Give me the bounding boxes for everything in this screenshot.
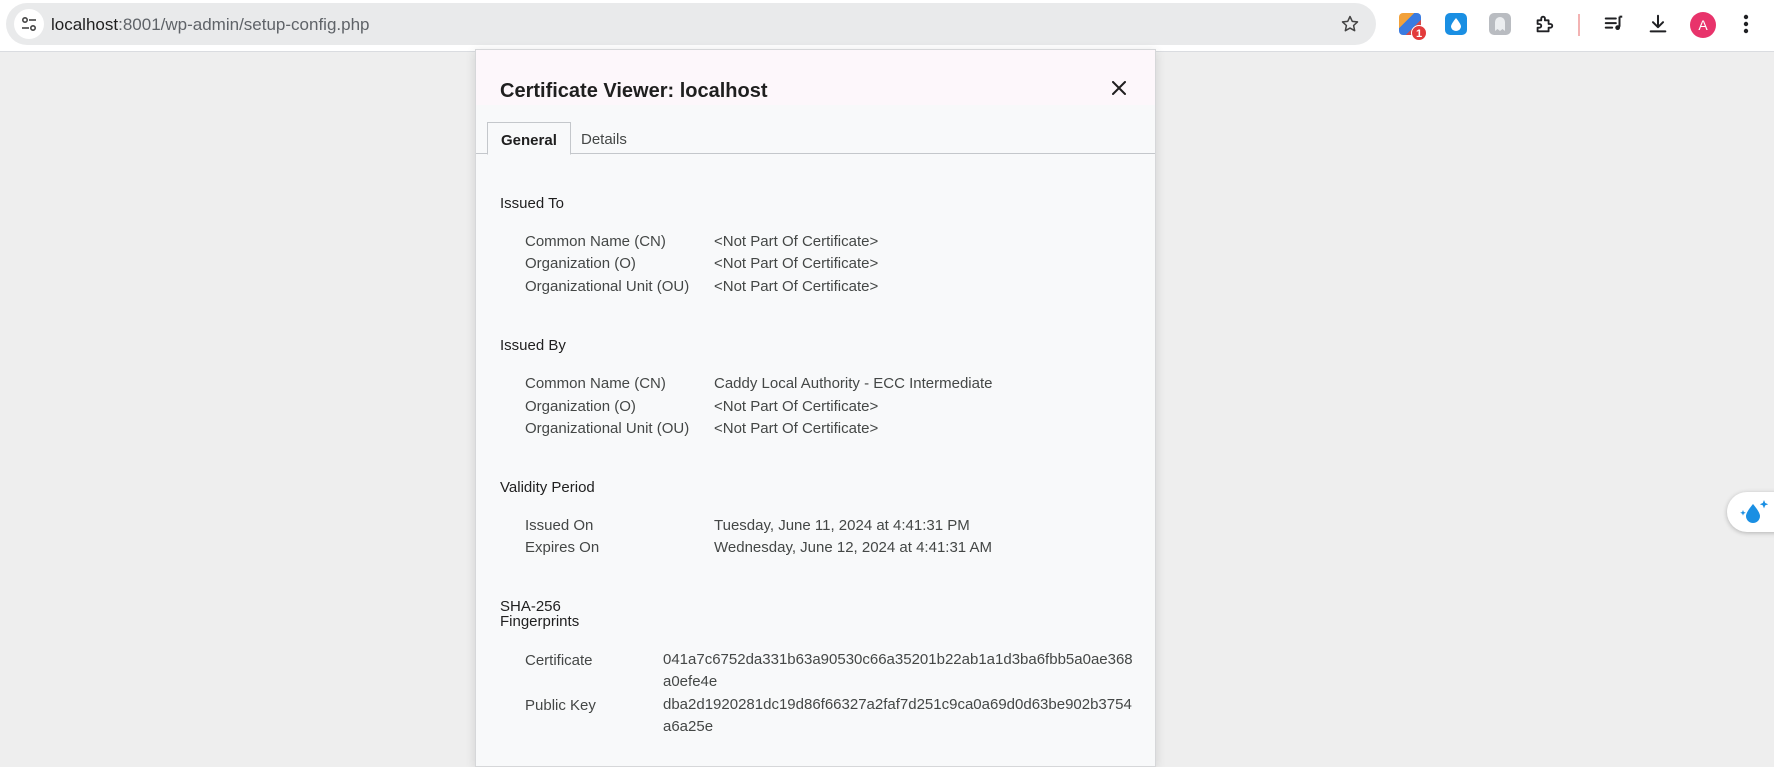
field-label: Issued On: [525, 517, 594, 534]
field-value: Wednesday, June 12, 2024 at 4:41:31 AM: [714, 539, 992, 556]
dialog-header: Certificate Viewer: localhost: [476, 50, 1155, 105]
site-info-icon[interactable]: [14, 9, 44, 39]
field-value: Tuesday, June 11, 2024 at 4:41:31 PM: [714, 517, 970, 534]
tab-strip: General Details: [476, 122, 1155, 155]
field-label: Certificate: [525, 652, 593, 669]
field-value: <Not Part Of Certificate>: [714, 255, 879, 272]
extension-badge: 1: [1411, 25, 1427, 41]
field-label: Expires On: [525, 539, 600, 556]
bookmark-star-icon[interactable]: [1338, 12, 1362, 36]
browser-toolbar: localhost:8001/wp-admin/setup-config.php…: [0, 0, 1774, 52]
address-bar[interactable]: localhost:8001/wp-admin/setup-config.php: [6, 3, 1376, 45]
extension-icon[interactable]: 1: [1396, 10, 1427, 41]
field-label: Common Name (CN): [525, 233, 666, 250]
ghost-icon[interactable]: [1486, 10, 1514, 38]
profile-avatar[interactable]: A: [1690, 12, 1716, 38]
field-label: Organization (O): [525, 398, 636, 415]
menu-icon[interactable]: [1732, 10, 1760, 38]
fingerprints-heading-line1: SHA-256: [500, 598, 561, 615]
certificate-viewer-dialog: Certificate Viewer: localhost General De…: [475, 49, 1156, 767]
field-label: Organizational Unit (OU): [525, 278, 690, 295]
tab-general[interactable]: General: [487, 122, 571, 155]
field-label: Common Name (CN): [525, 375, 666, 392]
field-value: <Not Part Of Certificate>: [714, 278, 879, 295]
media-queue-icon[interactable]: [1600, 10, 1628, 38]
url-path: :8001/wp-admin/setup-config.php: [118, 15, 370, 34]
field-label: Organizational Unit (OU): [525, 420, 690, 437]
fingerprints-heading-line2: Fingerprints: [500, 613, 580, 630]
url-host: localhost: [51, 15, 119, 34]
water-drop-icon[interactable]: [1442, 10, 1470, 38]
fingerprints-heading: SHA-256 Fingerprints: [500, 599, 579, 629]
dialog-title: Certificate Viewer: localhost: [500, 80, 768, 102]
tab-details[interactable]: Details: [568, 122, 640, 154]
field-value: <Not Part Of Certificate>: [714, 233, 879, 250]
field-label: Public Key: [525, 697, 596, 714]
issued-by-heading: Issued By: [500, 337, 566, 354]
toolbar-divider: [1578, 14, 1580, 36]
field-value: Caddy Local Authority - ECC Intermediate: [714, 375, 993, 392]
puzzle-icon[interactable]: [1530, 10, 1558, 38]
url-text[interactable]: localhost:8001/wp-admin/setup-config.php: [51, 15, 370, 35]
fingerprint-value: 041a7c6752da331b63a90530c66a35201b22ab1a…: [663, 651, 1133, 690]
sparkle-drop-button[interactable]: [1727, 492, 1774, 532]
sparkle-drop-icon: [1740, 500, 1769, 523]
field-label: Organization (O): [525, 255, 636, 272]
fingerprint-value: dba2d1920281dc19d86f66327a2faf7d251c9ca0…: [663, 696, 1132, 735]
field-value: <Not Part Of Certificate>: [714, 398, 879, 415]
validity-heading: Validity Period: [500, 479, 595, 496]
field-value: <Not Part Of Certificate>: [714, 420, 879, 437]
issued-to-heading: Issued To: [500, 195, 564, 212]
close-icon[interactable]: [1107, 76, 1131, 100]
download-icon[interactable]: [1644, 10, 1672, 38]
